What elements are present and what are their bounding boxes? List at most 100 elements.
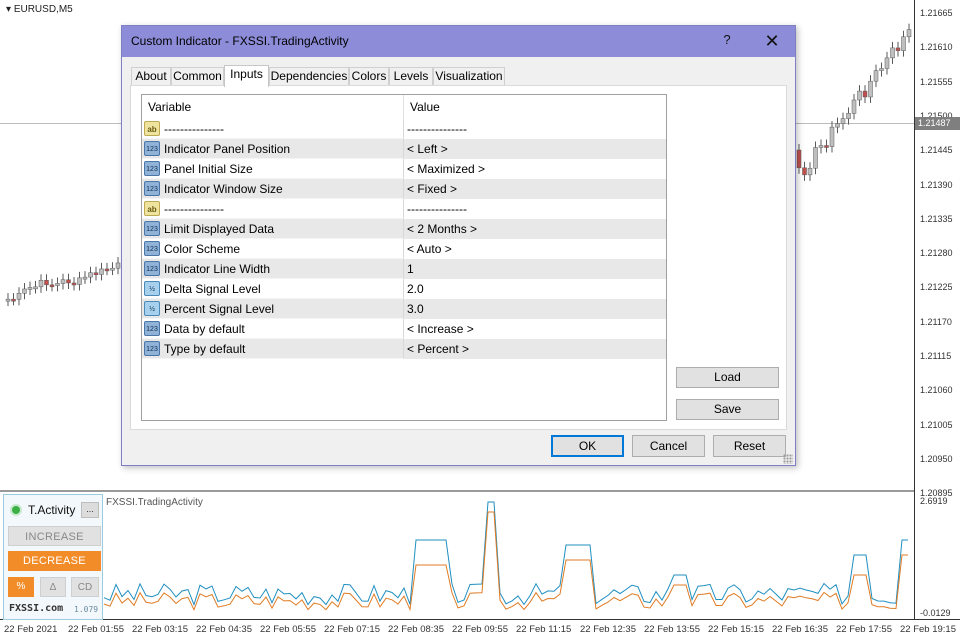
price-tick-label: 1.21115 [920, 351, 952, 361]
integer-type-icon: 123 [144, 261, 160, 276]
candle [55, 283, 60, 286]
candle [813, 147, 818, 169]
candle [66, 279, 71, 284]
cd-button[interactable]: CD [71, 577, 99, 597]
dialog-titlebar[interactable]: Custom Indicator - FXSSI.TradingActivity… [122, 26, 795, 57]
candle [44, 279, 49, 286]
candle [27, 287, 33, 290]
table-row[interactable]: ½ Percent Signal Level 3.0 [142, 299, 666, 319]
resize-grip-icon[interactable] [783, 454, 793, 464]
candle [16, 292, 22, 300]
series-line-blue [103, 501, 908, 607]
table-row[interactable]: 123 Indicator Window Size < Fixed > [142, 179, 666, 199]
variable-value[interactable]: 2.0 [407, 282, 424, 296]
column-header-value[interactable]: Value [404, 95, 666, 119]
variable-name: Type by default [164, 342, 246, 356]
table-row[interactable]: 123 Limit Displayed Data < 2 Months > [142, 219, 666, 239]
table-row[interactable]: 123 Panel Initial Size < Maximized > [142, 159, 666, 179]
time-tick-label: 22 Feb 11:15 [516, 624, 572, 635]
variable-value[interactable]: 1 [407, 262, 414, 276]
variable-cell: ab --------------- [142, 199, 404, 219]
candle [99, 268, 104, 275]
variable-value[interactable]: < Increase > [407, 322, 474, 336]
save-button[interactable]: Save [676, 399, 779, 420]
reset-button[interactable]: Reset [713, 435, 786, 457]
candle [835, 123, 840, 128]
inputs-table: Variable Value ab --------------- --------… [141, 94, 667, 421]
integer-type-icon: 123 [144, 141, 160, 156]
variable-value[interactable]: --------------- [407, 202, 467, 216]
ok-button[interactable]: OK [551, 435, 624, 457]
time-axis-line [0, 619, 960, 620]
value-cell[interactable]: < Increase > [404, 319, 666, 339]
tab-colors[interactable]: Colors [349, 67, 389, 86]
indicator-panel: T.Activity ... INCREASE DECREASE % Δ CD … [3, 494, 103, 620]
value-cell[interactable]: 3.0 [404, 299, 666, 319]
variable-value[interactable]: < 2 Months > [407, 222, 477, 236]
price-tick-label: 1.21280 [920, 248, 953, 259]
time-tick-label: 22 Feb 05:55 [260, 624, 316, 635]
value-cell[interactable]: 1 [404, 259, 666, 279]
table-row[interactable]: ab --------------- --------------- [142, 119, 666, 139]
value-cell[interactable]: 2.0 [404, 279, 666, 299]
version-label: 1.079 [74, 605, 99, 614]
price-tick-label: 1.21665 [920, 8, 953, 18]
variable-value[interactable]: --------------- [407, 122, 467, 136]
candle [846, 113, 851, 119]
tab-levels[interactable]: Levels [389, 67, 433, 86]
candle [807, 167, 813, 176]
value-cell[interactable]: < Auto > [404, 239, 666, 259]
cancel-button[interactable]: Cancel [632, 435, 705, 457]
more-button[interactable]: ... [81, 502, 99, 518]
variable-name: Percent Signal Level [164, 302, 275, 316]
value-cell[interactable]: < Percent > [404, 339, 666, 359]
variable-value[interactable]: < Percent > [407, 342, 469, 356]
integer-type-icon: 123 [144, 241, 160, 256]
value-cell[interactable]: < Maximized > [404, 159, 666, 179]
load-button[interactable]: Load [676, 367, 779, 388]
variable-value[interactable]: 3.0 [407, 302, 424, 316]
candle [82, 276, 88, 280]
variable-cell: 123 Indicator Window Size [142, 179, 404, 199]
value-cell[interactable]: --------------- [404, 119, 666, 139]
variable-cell: 123 Limit Displayed Data [142, 219, 404, 239]
variable-value[interactable]: < Maximized > [407, 162, 485, 176]
value-cell[interactable]: < Left > [404, 139, 666, 159]
delta-button[interactable]: Δ [40, 577, 66, 597]
variable-cell: 123 Panel Initial Size [142, 159, 404, 179]
variable-name: Color Scheme [164, 242, 241, 256]
table-row[interactable]: 123 Indicator Panel Position < Left > [142, 139, 666, 159]
percent-button[interactable]: % [8, 577, 34, 597]
table-row[interactable]: 123 Data by default < Increase > [142, 319, 666, 339]
tab-inputs[interactable]: Inputs [224, 65, 269, 87]
tab-about[interactable]: About [131, 67, 171, 86]
value-cell[interactable]: < Fixed > [404, 179, 666, 199]
value-cell[interactable]: --------------- [404, 199, 666, 219]
value-cell[interactable]: < 2 Months > [404, 219, 666, 239]
table-row[interactable]: ½ Delta Signal Level 2.0 [142, 279, 666, 299]
time-tick-label: 22 Feb 01:55 [68, 624, 124, 635]
table-row[interactable]: 123 Indicator Line Width 1 [142, 259, 666, 279]
close-button[interactable]: ✕ [760, 30, 784, 52]
integer-type-icon: 123 [144, 341, 160, 356]
column-header-variable[interactable]: Variable [142, 95, 404, 119]
variable-value[interactable]: < Fixed > [407, 182, 457, 196]
increase-button[interactable]: INCREASE [8, 526, 101, 546]
variable-value[interactable]: < Auto > [407, 242, 452, 256]
table-row[interactable]: 123 Type by default < Percent > [142, 339, 666, 359]
candle [890, 47, 895, 59]
help-button[interactable]: ? [719, 32, 735, 50]
table-row[interactable]: 123 Color Scheme < Auto > [142, 239, 666, 259]
tab-visualization[interactable]: Visualization [433, 67, 505, 86]
variable-name: Indicator Line Width [164, 262, 271, 276]
time-tick-label: 22 Feb 04:35 [196, 624, 252, 635]
series-line-orange [103, 511, 908, 612]
string-type-icon: ab [144, 201, 160, 216]
tab-dependencies[interactable]: Dependencies [269, 67, 349, 86]
time-tick-label: 22 Feb 2021 [4, 624, 58, 635]
variable-value[interactable]: < Left > [407, 142, 448, 156]
decrease-button[interactable]: DECREASE [8, 551, 101, 571]
tab-common[interactable]: Common [171, 67, 224, 86]
table-row[interactable]: ab --------------- --------------- [142, 199, 666, 219]
candle [60, 279, 66, 284]
